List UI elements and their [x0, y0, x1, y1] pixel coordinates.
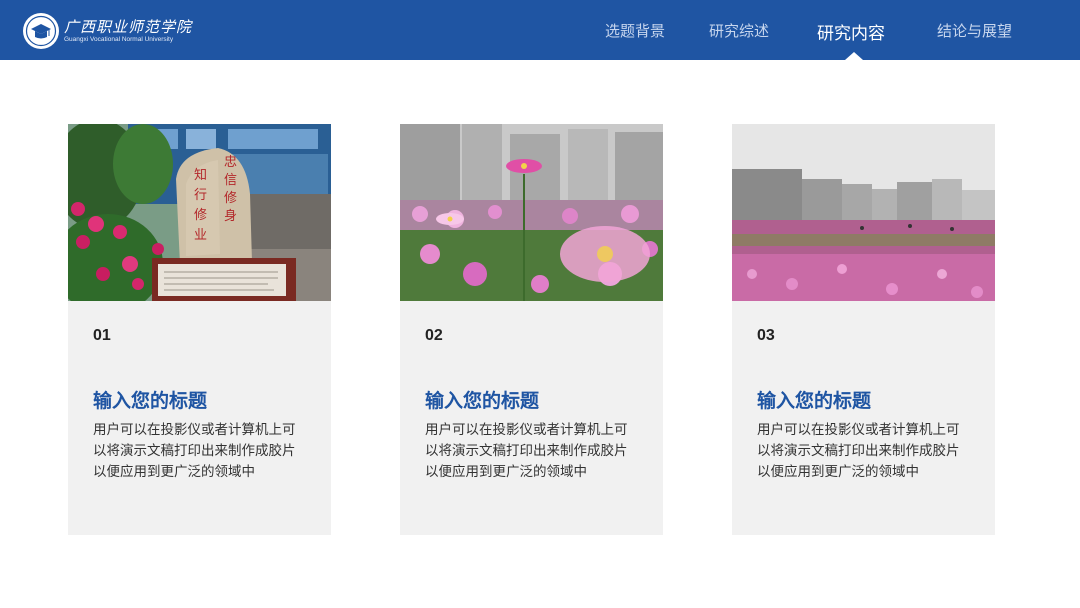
nav-item-background[interactable]: 选题背景	[605, 20, 665, 41]
active-nav-indicator	[845, 52, 863, 60]
campus-stone-photo: 忠 信 修 身 知 行 修 业	[68, 124, 331, 301]
content-card-1: 忠 信 修 身 知 行 修 业 01 输入您的标题 用户可以在投影仪或者计算机上…	[68, 124, 331, 535]
card-number: 02	[425, 327, 443, 344]
top-header-bar: 广西职业师范学院 Guangxi Vocational Normal Unive…	[0, 0, 1080, 60]
card-number: 01	[93, 327, 111, 344]
university-name: 广西职业师范学院	[64, 18, 193, 36]
flower-field-photo	[732, 124, 995, 301]
card-title: 输入您的标题	[93, 390, 208, 412]
stone-inscription-char: 行	[194, 188, 207, 203]
university-logo-icon	[23, 13, 59, 49]
stone-inscription-char: 忠	[224, 155, 237, 170]
card-description: 用户可以在投影仪或者计算机上可以将演示文稿打印出来制作成胶片以便应用到更广泛的领…	[425, 422, 628, 480]
stone-inscription-char: 业	[194, 228, 207, 243]
card-title: 输入您的标题	[757, 390, 872, 412]
stone-inscription-char: 信	[224, 173, 237, 188]
stone-inscription-char: 修	[224, 191, 237, 206]
stone-inscription-char: 知	[194, 167, 207, 183]
university-name-english: Guangxi Vocational Normal University	[64, 36, 174, 43]
nav-item-content[interactable]: 研究内容	[817, 19, 885, 44]
card-number: 03	[757, 327, 775, 344]
stone-inscription-char: 身	[224, 208, 237, 224]
card-description: 用户可以在投影仪或者计算机上可以将演示文稿打印出来制作成胶片以便应用到更广泛的领…	[93, 422, 296, 480]
stone-inscription-char: 修	[194, 208, 207, 223]
nav-item-conclusion[interactable]: 结论与展望	[937, 20, 1012, 41]
card-description: 用户可以在投影仪或者计算机上可以将演示文稿打印出来制作成胶片以便应用到更广泛的领…	[757, 422, 960, 480]
card-title: 输入您的标题	[425, 390, 540, 412]
content-card-2: 02 输入您的标题 用户可以在投影仪或者计算机上可以将演示文稿打印出来制作成胶片…	[400, 124, 663, 535]
cosmos-closeup-photo	[400, 124, 663, 301]
content-card-3: 03 输入您的标题 用户可以在投影仪或者计算机上可以将演示文稿打印出来制作成胶片…	[732, 124, 995, 535]
nav-item-review[interactable]: 研究综述	[709, 20, 769, 41]
